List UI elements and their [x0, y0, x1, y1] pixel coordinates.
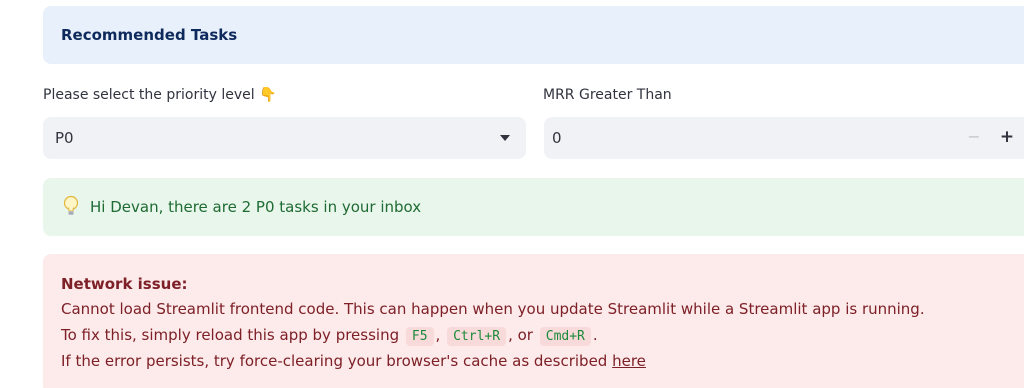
error-alert: Network issue: Cannot load Streamlit fro…: [43, 254, 1024, 388]
key-f5: F5: [405, 327, 434, 346]
error-title: Network issue:: [61, 275, 188, 293]
decrement-button[interactable]: −: [962, 125, 986, 149]
info-message: Hi Devan, there are 2 P0 tasks in your i…: [90, 198, 422, 216]
mrr-input-value[interactable]: 0: [552, 129, 562, 147]
error-line-1: Cannot load Streamlit frontend code. Thi…: [61, 300, 925, 318]
separator-or: , or: [508, 326, 533, 344]
priority-select-value: P0: [55, 129, 74, 147]
streamlit-app: Recommended Tasks Please select the prio…: [0, 0, 1024, 388]
error-line-2-suffix: .: [592, 326, 598, 344]
error-line-3-prefix: If the error persists, try force-clearin…: [61, 352, 608, 370]
lightbulb-icon: [63, 195, 79, 215]
chevron-down-icon[interactable]: [500, 135, 510, 141]
separator-comma: ,: [435, 326, 441, 344]
key-ctrl-r: Ctrl+R: [447, 327, 507, 346]
help-link[interactable]: here: [612, 352, 646, 370]
priority-select[interactable]: P0: [43, 117, 526, 159]
page-title: Recommended Tasks: [61, 26, 238, 44]
info-alert: Hi Devan, there are 2 P0 tasks in your i…: [43, 178, 1024, 236]
mrr-input-label: MRR Greater Than: [543, 87, 672, 103]
error-line-2-prefix: To fix this, simply reload this app by p…: [61, 326, 400, 344]
priority-select-label: Please select the priority level 👇: [43, 87, 277, 103]
increment-button[interactable]: +: [995, 125, 1019, 149]
key-cmd-r: Cmd+R: [539, 327, 591, 346]
error-line-2: To fix this, simply reload this app by p…: [61, 326, 598, 346]
mrr-number-input[interactable]: 0 − +: [544, 117, 1024, 159]
error-line-3: If the error persists, try force-clearin…: [61, 352, 646, 370]
